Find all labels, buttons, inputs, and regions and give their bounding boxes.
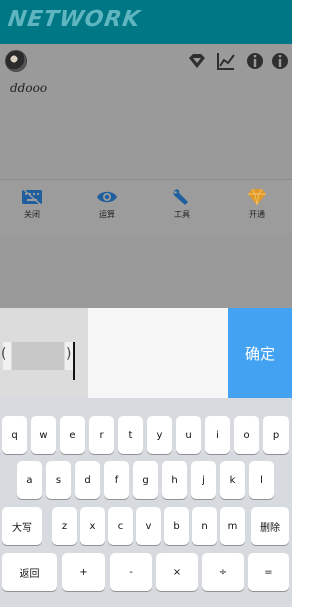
key-plus[interactable]: + <box>62 553 105 591</box>
memo-text[interactable]: ddooo <box>10 81 47 95</box>
key-minus[interactable]: - <box>110 553 152 591</box>
function-toolbar: 关闭 运算 工具 开通 <box>0 179 292 234</box>
key-f[interactable]: f <box>104 461 129 499</box>
toolbar-item-tools[interactable]: 工具 <box>152 188 212 220</box>
paren-left: ( <box>1 346 7 362</box>
key-g[interactable]: g <box>133 461 158 499</box>
key-caps[interactable]: 大写 <box>2 507 42 545</box>
diamond-icon[interactable] <box>187 51 207 71</box>
toolbar-item-calc[interactable]: 运算 <box>77 188 137 220</box>
key-t[interactable]: t <box>118 416 143 454</box>
key-a[interactable]: a <box>17 461 42 499</box>
key-w[interactable]: w <box>31 416 56 454</box>
key-l[interactable]: l <box>249 461 274 499</box>
memo-card: ddooo 关闭 运算 工具 开通 <box>0 44 292 234</box>
key-i[interactable]: i <box>205 416 230 454</box>
expression-field[interactable]: ( ) <box>0 308 88 398</box>
key-x[interactable]: x <box>80 507 105 545</box>
diamond-icon <box>248 188 266 206</box>
key-c[interactable]: c <box>108 507 133 545</box>
key-k[interactable]: k <box>220 461 245 499</box>
key-z[interactable]: z <box>52 507 77 545</box>
key-q[interactable]: q <box>2 416 27 454</box>
key-y[interactable]: y <box>147 416 172 454</box>
key-r[interactable]: r <box>89 416 114 454</box>
obscured-content <box>3 342 73 370</box>
app-header: NETWORK <box>0 0 292 44</box>
overlay-dim <box>0 234 292 308</box>
key-e[interactable]: e <box>60 416 85 454</box>
key-multiply[interactable]: × <box>156 553 198 591</box>
key-back[interactable]: 返回 <box>2 553 57 591</box>
key-o[interactable]: o <box>234 416 259 454</box>
keyboard-off-icon <box>22 188 42 206</box>
info-circle-icon[interactable] <box>270 51 290 71</box>
input-panel: ( ) 确定 <box>0 308 292 398</box>
avatar[interactable] <box>5 50 27 72</box>
key-equals[interactable]: = <box>248 553 289 591</box>
key-v[interactable]: v <box>136 507 161 545</box>
text-caret <box>73 342 75 380</box>
key-n[interactable]: n <box>192 507 217 545</box>
app-logo: NETWORK <box>6 7 143 32</box>
key-h[interactable]: h <box>162 461 187 499</box>
toolbar-label: 运算 <box>99 210 115 219</box>
custom-keyboard: q w e r t y u i o p a s d f g h j k l 大写… <box>0 398 292 607</box>
toolbar-label: 关闭 <box>24 210 40 219</box>
key-m[interactable]: m <box>220 507 245 545</box>
key-d[interactable]: d <box>75 461 100 499</box>
wrench-icon <box>173 189 188 205</box>
toolbar-label: 开通 <box>249 210 265 219</box>
line-chart-icon[interactable] <box>216 51 236 71</box>
key-j[interactable]: j <box>191 461 216 499</box>
eye-icon <box>97 191 117 203</box>
toolbar-label: 工具 <box>174 210 190 219</box>
confirm-button[interactable]: 确定 <box>228 308 292 398</box>
key-delete[interactable]: 删除 <box>251 507 289 545</box>
key-b[interactable]: b <box>164 507 189 545</box>
toolbar-item-open[interactable]: 开通 <box>227 188 287 220</box>
key-divide[interactable]: ÷ <box>202 553 244 591</box>
info-circle-icon[interactable] <box>245 51 265 71</box>
key-u[interactable]: u <box>176 416 201 454</box>
key-s[interactable]: s <box>46 461 71 499</box>
toolbar-item-close[interactable]: 关闭 <box>2 188 62 220</box>
card-top-bar <box>0 44 292 76</box>
paren-right: ) <box>66 346 72 362</box>
key-p[interactable]: p <box>263 416 289 454</box>
